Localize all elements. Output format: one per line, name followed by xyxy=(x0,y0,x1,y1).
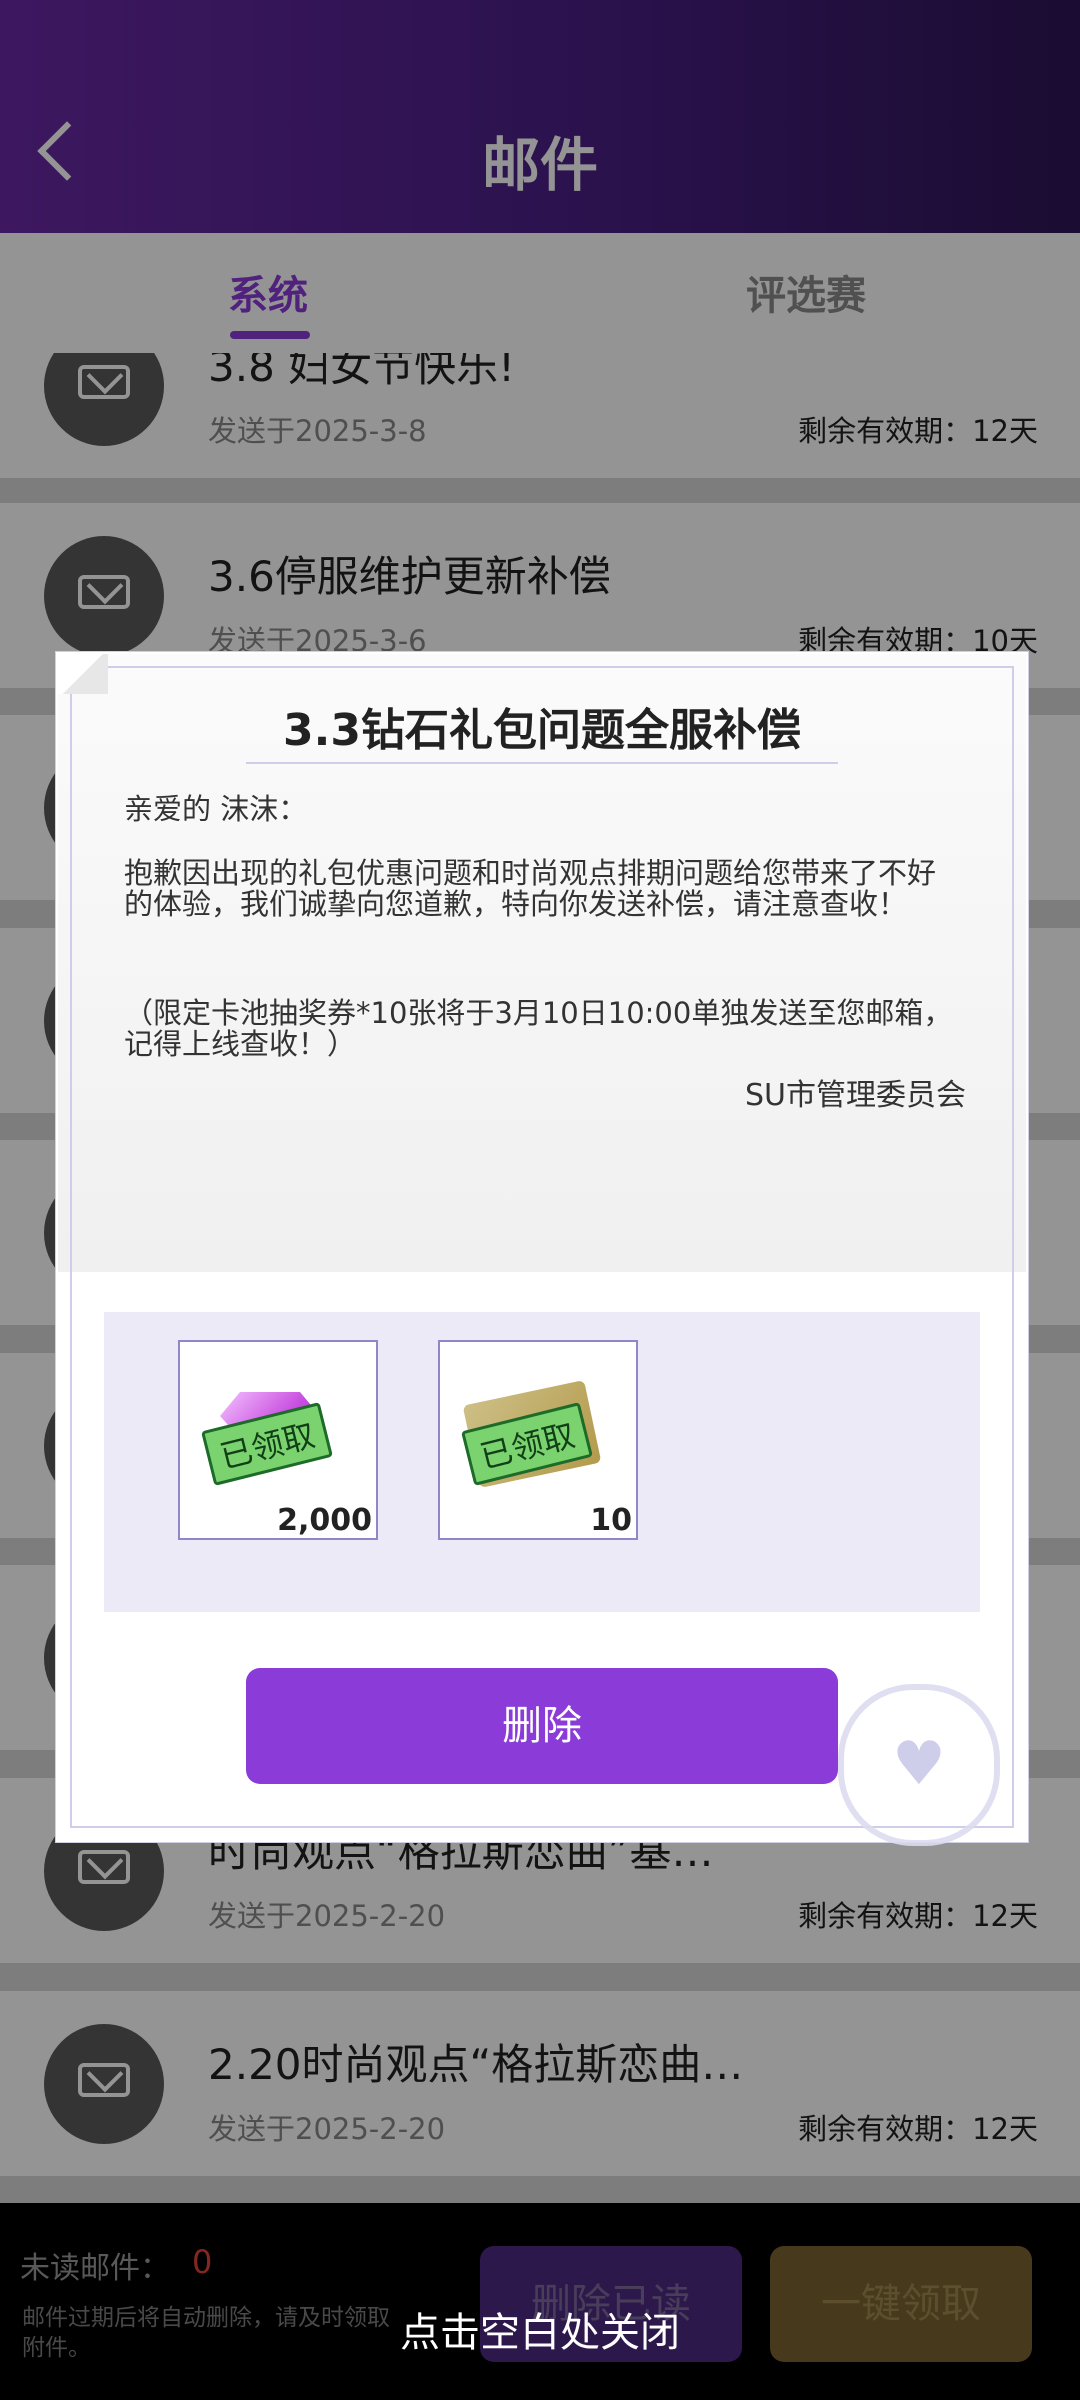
close-hint: 点击空白处关闭 xyxy=(400,2310,680,2356)
heart-postmark-icon: ♥ xyxy=(838,1684,1000,1846)
dialog-frame xyxy=(70,666,1014,1828)
reward-item[interactable]: 已领取 10 xyxy=(438,1340,638,1540)
delete-button[interactable]: 删除 xyxy=(246,1668,838,1784)
title-divider xyxy=(246,762,838,764)
body-note: （限定卡池抽奖券*10张将于3月10日10:00单独发送至您邮箱，记得上线查收！… xyxy=(124,996,953,1061)
reward-panel: 已领取 2,000 已领取 10 xyxy=(104,1312,980,1612)
claimed-stamp: 已领取 xyxy=(201,1402,333,1486)
reward-quantity: 2,000 xyxy=(277,1503,372,1538)
mail-detail-dialog: 3.3钻石礼包问题全服补偿 亲爱的 沫沫： 抱歉因出现的礼包优惠问题和时尚观点排… xyxy=(56,652,1028,1846)
page-fold-icon xyxy=(58,654,108,694)
body-text: 抱歉因出现的礼包优惠问题和时尚观点排期问题给您带来了不好的体验，我们诚挚向您道歉… xyxy=(124,856,937,921)
dialog-title: 3.3钻石礼包问题全服补偿 xyxy=(283,705,801,756)
reward-quantity: 10 xyxy=(590,1503,632,1538)
signature: SU市管理委员会 xyxy=(744,1078,966,1113)
greeting-text: 亲爱的 沫沫： xyxy=(124,792,308,826)
reward-item[interactable]: 已领取 2,000 xyxy=(178,1340,378,1540)
